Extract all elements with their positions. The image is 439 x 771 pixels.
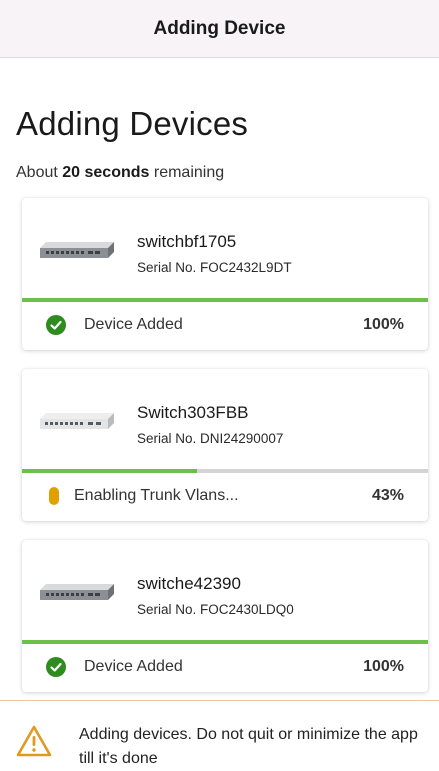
status-percent: 43% xyxy=(371,487,404,504)
status-percent: 100% xyxy=(363,658,404,675)
status-percent: 100% xyxy=(363,316,404,333)
status-text: Device Added xyxy=(84,316,183,333)
switch-device-image xyxy=(40,413,114,429)
device-card-1: switchbf1705 Serial No. FOC2432L9DT Devi… xyxy=(22,198,428,350)
device-serial: Serial No. FOC2432L9DT xyxy=(137,260,292,275)
check-circle-icon xyxy=(46,315,66,335)
footer-warning: Adding devices. Do not quit or minimize … xyxy=(0,700,439,771)
device-name: switche42390 xyxy=(137,574,241,593)
device-card-header: switchbf1705 Serial No. FOC2432L9DT xyxy=(22,198,428,298)
remaining-prefix: About xyxy=(16,164,58,181)
remaining-value: 20 seconds xyxy=(62,164,150,181)
switch-device-image xyxy=(40,242,114,258)
device-serial: Serial No. DNI24290007 xyxy=(137,431,284,446)
time-remaining: About 20 seconds remaining xyxy=(16,164,224,182)
device-name: Switch303FBB xyxy=(137,403,249,422)
status-text: Device Added xyxy=(84,658,183,675)
device-status-row: Enabling Trunk Vlans... 43% xyxy=(22,473,428,521)
device-status-row: Device Added 100% xyxy=(22,644,428,692)
navbar-title: Adding Device xyxy=(153,17,286,39)
remaining-suffix: remaining xyxy=(153,164,225,181)
warning-triangle-icon xyxy=(16,725,52,757)
device-card-header: Switch303FBB Serial No. DNI24290007 xyxy=(22,369,428,469)
device-name: switchbf1705 xyxy=(137,232,237,251)
device-status-row: Device Added 100% xyxy=(22,302,428,350)
device-card-2: Switch303FBB Serial No. DNI24290007 Enab… xyxy=(22,369,428,521)
switch-device-image xyxy=(40,584,114,600)
pending-pill-icon xyxy=(49,487,59,505)
navbar: Adding Device xyxy=(0,0,439,58)
device-serial: Serial No. FOC2430LDQ0 xyxy=(137,602,294,617)
check-circle-icon xyxy=(46,657,66,677)
footer-message: Adding devices. Do not quit or minimize … xyxy=(79,726,418,767)
main-content: Adding Devices About 20 seconds remainin… xyxy=(0,58,439,700)
device-card-header: switche42390 Serial No. FOC2430LDQ0 xyxy=(22,540,428,640)
status-text: Enabling Trunk Vlans... xyxy=(74,487,239,504)
page-title: Adding Devices xyxy=(16,105,249,142)
device-card-3: switche42390 Serial No. FOC2430LDQ0 Devi… xyxy=(22,540,428,692)
